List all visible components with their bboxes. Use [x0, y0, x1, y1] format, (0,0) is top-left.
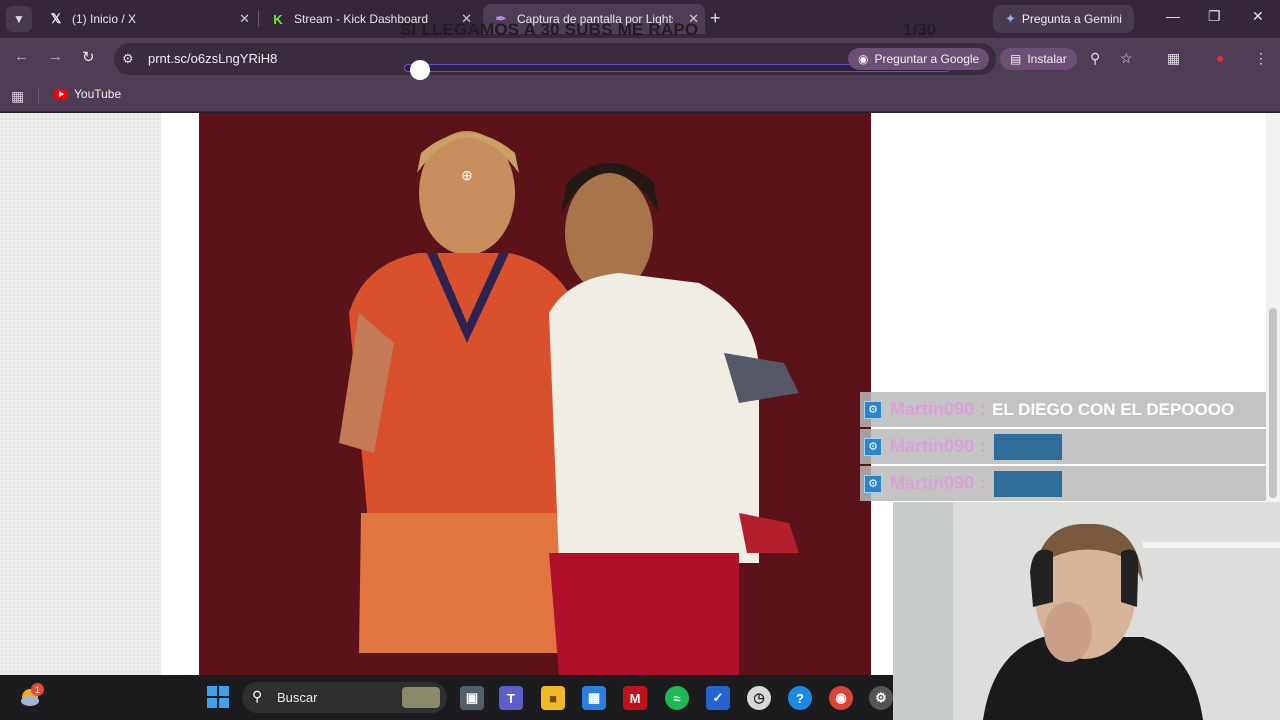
store-icon[interactable]: ▦	[582, 686, 606, 710]
x-logo-icon: 𝕏	[50, 11, 62, 26]
chat-message: ⚙ Martin090 :	[860, 466, 1266, 501]
kick-logo-icon: K	[273, 11, 283, 27]
maximize-button[interactable]: ❐	[1208, 8, 1221, 25]
photo-illustration	[199, 113, 871, 675]
reload-icon[interactable]: ↻	[82, 48, 95, 66]
bookmark-label: YouTube	[74, 87, 122, 101]
spotify-icon[interactable]: ≈	[665, 686, 689, 710]
bookmark-divider	[38, 88, 39, 104]
browser-toolbar: ← → ↻ ⚙ prnt.sc/o6zsLngYRiH8 ◉ Preguntar…	[0, 38, 1280, 80]
apps-grid-icon[interactable]: ▦	[11, 88, 24, 105]
tab-divider	[258, 11, 259, 27]
help-icon[interactable]: ?	[788, 686, 812, 710]
stream-chat-overlay: ⚙ Martin090 : EL DIEGO CON EL DEPOOOO ⚙ …	[860, 392, 1266, 503]
scrollbar-thumb[interactable]	[1269, 308, 1277, 498]
chat-separator: :	[980, 399, 987, 419]
minimize-button[interactable]: —	[1166, 8, 1180, 24]
sub-goal-count: 1/30	[903, 20, 937, 39]
bookmarks-bar: ▦ YouTube	[0, 80, 1280, 112]
youtube-logo-icon	[54, 89, 68, 99]
chat-separator: :	[980, 473, 987, 493]
bookmark-youtube[interactable]: YouTube	[54, 87, 121, 101]
chat-username: Martin090	[890, 399, 975, 419]
chat-text: EL DIEGO CON EL DEPOOOO	[992, 399, 1235, 419]
gemini-label: Pregunta a Gemini	[1021, 12, 1122, 26]
notification-badge: 1	[31, 683, 44, 696]
install-button[interactable]: ▤ Instalar	[1000, 48, 1077, 70]
sub-goal-progress-knob	[410, 60, 431, 80]
chat-username: Martin090	[890, 473, 975, 493]
mcafee-icon[interactable]: M	[623, 686, 647, 710]
google-lens-icon: ◉	[858, 52, 869, 66]
close-window-button[interactable]: ✕	[1252, 8, 1264, 25]
forward-arrow-icon[interactable]: →	[48, 48, 63, 65]
sub-goal-text: SI LLEGAMOS A 30 SUBS ME RAPO	[400, 20, 699, 39]
chat-emote-image	[994, 470, 1063, 497]
chat-message: ⚙ Martin090 :	[860, 429, 1266, 464]
file-explorer-icon[interactable]: ■	[541, 686, 565, 710]
close-icon[interactable]: ✕	[239, 11, 250, 27]
tab-title: (1) Inicio / X	[72, 12, 137, 26]
chrome-icon[interactable]: ◉	[829, 686, 853, 710]
zoom-cursor-icon: ⊕	[461, 167, 473, 183]
tab-inicio-x[interactable]: 𝕏 (1) Inicio / X ✕	[38, 4, 256, 34]
install-label: Instalar	[1027, 52, 1067, 66]
tab-search-button[interactable]: ▼	[6, 6, 32, 32]
url-text[interactable]: prnt.sc/o6zsLngYRiH8	[148, 51, 277, 66]
gemini-sparkle-icon: ✦	[1005, 11, 1016, 26]
search-highlight-image	[402, 687, 440, 708]
new-tab-button[interactable]: +	[710, 8, 721, 29]
site-settings-icon[interactable]: ⚙	[122, 51, 134, 67]
profile-avatar[interactable]: ●	[1216, 50, 1224, 66]
extensions-icon[interactable]: ▦	[1167, 50, 1180, 67]
ask-google-label: Preguntar a Google	[874, 52, 980, 66]
subscriber-badge-icon: ⚙	[864, 474, 882, 493]
windows-taskbar: ⚲ Buscar ▣ T ■ ▦ M ≈ ✓ ◷ ? ◉ ⚙	[0, 675, 893, 720]
search-icon: ⚲	[252, 688, 263, 704]
tab-strip: ▼ 𝕏 (1) Inicio / X ✕ K Stream - Kick Das…	[0, 0, 1280, 39]
subscriber-badge-icon: ⚙	[864, 400, 882, 419]
windows-start-icon[interactable]	[207, 686, 229, 708]
page-background-pattern	[0, 113, 161, 675]
back-arrow-icon[interactable]: ←	[14, 48, 29, 65]
subscriber-badge-icon: ⚙	[864, 437, 882, 456]
chat-separator: :	[980, 436, 987, 456]
teams-icon[interactable]: T	[499, 686, 523, 710]
gemini-button[interactable]: ✦ Pregunta a Gemini	[993, 5, 1134, 33]
webcam-feed	[893, 502, 1280, 720]
menu-dots-icon[interactable]: ⋮	[1254, 50, 1268, 67]
chat-message: ⚙ Martin090 : EL DIEGO CON EL DEPOOOO	[860, 392, 1266, 427]
clock-icon[interactable]: ◷	[747, 686, 771, 710]
taskbar-search[interactable]: ⚲ Buscar	[242, 682, 447, 713]
settings-icon[interactable]: ⚙	[869, 686, 893, 710]
todo-icon[interactable]: ✓	[706, 686, 730, 710]
bookmark-star-icon[interactable]: ☆	[1120, 50, 1133, 67]
chat-emote-image	[994, 433, 1063, 460]
task-view-icon[interactable]: ▣	[460, 686, 484, 710]
install-icon: ▤	[1010, 52, 1022, 66]
screenshot-image[interactable]: ⊕	[199, 113, 871, 675]
ask-google-button[interactable]: ◉ Preguntar a Google	[848, 48, 990, 70]
webcam-illustration	[893, 502, 1280, 720]
chat-username: Martin090	[890, 436, 975, 456]
zoom-icon[interactable]: ⚲	[1090, 50, 1100, 67]
search-label: Buscar	[277, 690, 318, 705]
